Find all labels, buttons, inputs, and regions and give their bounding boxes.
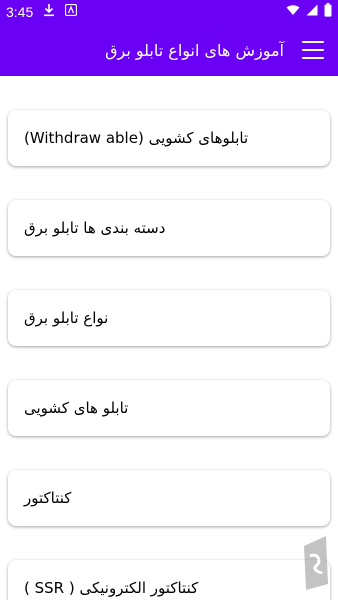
list-item[interactable]: تابلوهای کشویی (Withdraw able) xyxy=(8,110,330,166)
bazaar-logo-icon xyxy=(298,532,332,592)
list-item-label: تابلوهای کشویی (Withdraw able) xyxy=(24,129,249,147)
list-item-label: نواع تابلو برق xyxy=(24,309,109,327)
status-bar: 3:45 xyxy=(0,0,338,24)
status-time: 3:45 xyxy=(6,4,34,20)
app-title: آموزش های انواع تابلو برق xyxy=(105,40,284,60)
list-item-label: ( SSR ) کنتاکتور الکترونیکی xyxy=(24,579,199,597)
signal-icon xyxy=(306,4,318,20)
list-item[interactable]: تابلو های کشویی xyxy=(8,380,330,436)
battery-icon xyxy=(324,3,332,21)
list-item[interactable]: ( SSR ) کنتاکتور الکترونیکی xyxy=(8,560,330,600)
list-item[interactable]: کنتاکتور xyxy=(8,470,330,526)
list-item-label: کنتاکتور xyxy=(24,489,72,507)
wifi-icon xyxy=(286,4,300,20)
list-item[interactable]: نواع تابلو برق xyxy=(8,290,330,346)
list-item[interactable]: دسته بندی ها تابلو برق xyxy=(8,200,330,256)
download-icon xyxy=(43,3,55,21)
app-bar: آموزش های انواع تابلو برق xyxy=(0,24,338,76)
list-item-label: دسته بندی ها تابلو برق xyxy=(24,219,166,237)
topics-list: تابلوهای کشویی (Withdraw able) دسته بندی… xyxy=(0,76,338,600)
hamburger-menu-icon[interactable] xyxy=(302,41,324,59)
list-item-label: تابلو های کشویی xyxy=(24,399,129,417)
app-notification-icon xyxy=(65,3,78,20)
